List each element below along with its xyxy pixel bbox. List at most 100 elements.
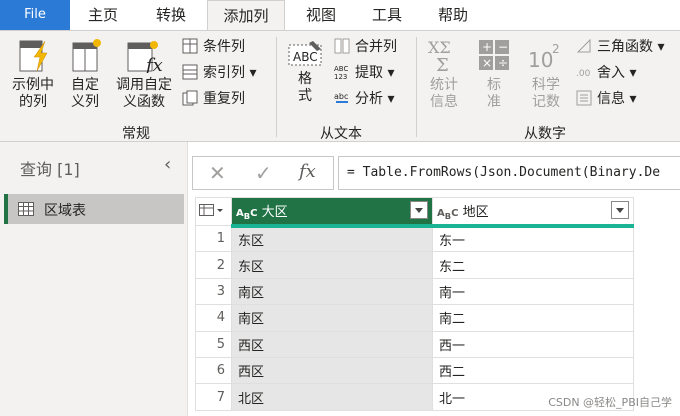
table-cell[interactable]: 东区 (231, 251, 433, 279)
column-from-examples-button[interactable]: 示例中 的列 (6, 37, 60, 111)
table-row: 5 西区 西一 (195, 330, 634, 358)
column-from-examples-label: 示例中 的列 (12, 77, 54, 110)
query-item[interactable]: 区域表 (4, 194, 184, 224)
row-number: 5 (195, 330, 232, 358)
custom-column-label: 自定 义列 (71, 77, 99, 110)
format-label: 格 式 (298, 71, 312, 104)
merge-columns-label: 合并列 (355, 39, 397, 55)
extract-icon: ABC123 (334, 65, 348, 80)
index-column-label: 索引列 (203, 65, 245, 81)
custom-column-icon (72, 39, 101, 72)
column-from-examples-icon (19, 40, 48, 72)
format-icon: ABC (288, 41, 322, 66)
information-button[interactable]: 信息 ▾ (576, 89, 636, 109)
rounding-label: 舍入 (597, 65, 625, 81)
formula-buttons: ✕ ✓ fx (192, 156, 334, 190)
table-cell[interactable]: 东一 (432, 224, 634, 253)
table-cell[interactable]: 西二 (432, 356, 634, 385)
ribbon-separator (416, 37, 417, 137)
svg-text:abc: abc (334, 92, 348, 101)
extract-button[interactable]: ABC 123 提取 ▾ (334, 63, 394, 83)
scientific-label: 科学 记数 (532, 77, 560, 110)
tab-file[interactable]: File (0, 0, 70, 30)
conditional-column-button[interactable]: 条件列 (182, 37, 245, 57)
table-cell[interactable]: 南区 (231, 277, 433, 306)
conditional-column-label: 条件列 (203, 39, 245, 55)
table-cell[interactable]: 西区 (231, 356, 433, 385)
table-cell[interactable]: 南一 (432, 277, 634, 306)
table-icon (18, 202, 34, 216)
column-header-region[interactable]: ABC 大区 (231, 197, 433, 228)
tab-add-column[interactable]: 添加列 (207, 0, 285, 31)
duplicate-column-button[interactable]: 重复列 (182, 89, 245, 109)
trigonometry-dropdown-icon: ▾ (657, 39, 665, 55)
index-column-icon (182, 64, 198, 80)
svg-text:÷: ÷ (498, 56, 508, 70)
group-number-label: 从数字 (524, 126, 566, 142)
tab-help[interactable]: 帮助 (428, 0, 478, 30)
standard-button[interactable]: + − × ÷ 标 准 (472, 37, 516, 111)
row-number: 3 (195, 277, 232, 306)
scientific-icon: 102 (528, 42, 560, 72)
merge-columns-button[interactable]: 合并列 (334, 37, 397, 57)
trigonometry-button[interactable]: 三角函数 ▾ (576, 37, 664, 57)
format-button[interactable]: ABC 格 式 (284, 37, 326, 105)
tab-home[interactable]: 主页 (78, 0, 128, 30)
row-number: 1 (195, 224, 232, 253)
ribbon-separator (276, 37, 277, 137)
rounding-button[interactable]: .00 舍入 ▾ (576, 63, 636, 83)
collapse-pane-icon[interactable]: ‹ (164, 154, 171, 175)
svg-text:Σ: Σ (436, 55, 449, 73)
information-dropdown-icon: ▾ (629, 91, 637, 107)
merge-columns-icon (334, 38, 350, 54)
formula-input[interactable]: = Table.FromRows(Json.Document(Binary.De (338, 156, 680, 190)
statistics-button[interactable]: XΣ Σ 统计 信息 (420, 37, 468, 111)
extract-dropdown-icon: ▾ (387, 65, 395, 81)
tab-view[interactable]: 视图 (296, 0, 346, 30)
index-column-button[interactable]: 索引列 ▾ (182, 63, 256, 83)
table-cell[interactable]: 西区 (231, 330, 433, 358)
table-row: 1 东区 东一 (195, 224, 634, 253)
information-label: 信息 (597, 91, 625, 107)
invoke-custom-function-label: 调用自定 义函数 (116, 77, 172, 110)
standard-label: 标 准 (487, 77, 501, 110)
ribbon-tabs: File 主页 转换 添加列 视图 工具 帮助 (0, 0, 680, 31)
table-menu-button[interactable] (195, 197, 232, 226)
row-number: 6 (195, 356, 232, 385)
svg-text:×: × (482, 56, 492, 70)
confirm-icon[interactable]: ✓ (255, 161, 272, 185)
group-general-label: 常规 (122, 126, 150, 142)
scientific-button[interactable]: 10 2 科学 记数 (520, 37, 572, 111)
tab-transform[interactable]: 转换 (146, 0, 196, 30)
table-row: 6 西区 西二 (195, 356, 634, 385)
invoke-function-icon: fx (127, 41, 163, 73)
table-cell[interactable]: 东二 (432, 251, 634, 279)
statistics-icon: XΣΣ (428, 38, 451, 73)
column-header-area[interactable]: ABC 地区 (432, 197, 634, 228)
information-icon (576, 90, 592, 106)
table-cell[interactable]: 东区 (231, 224, 433, 253)
row-number: 2 (195, 251, 232, 279)
custom-column-button[interactable]: 自定 义列 (64, 37, 106, 111)
parse-button[interactable]: abc 分析 ▾ (334, 89, 394, 109)
invoke-custom-function-button[interactable]: fx 调用自定 义函数 (110, 37, 178, 111)
duplicate-column-icon (182, 90, 198, 106)
table-cell[interactable]: 南二 (432, 304, 634, 332)
column-header-label: 大区 (261, 204, 288, 220)
column-filter-button[interactable] (611, 200, 629, 219)
parse-dropdown-icon: ▾ (387, 91, 395, 107)
fx-icon[interactable]: fx (299, 161, 316, 182)
svg-text:ABC: ABC (334, 65, 348, 73)
table-cell[interactable]: 西一 (432, 330, 634, 358)
tab-tools[interactable]: 工具 (362, 0, 412, 30)
table-row: 3 南区 南一 (195, 277, 634, 306)
column-filter-button[interactable] (410, 200, 428, 219)
trigonometry-label: 三角函数 (597, 39, 653, 55)
parse-label: 分析 (355, 91, 383, 107)
table-cell[interactable]: 南区 (231, 304, 433, 332)
table-cell[interactable]: 北区 (231, 383, 433, 411)
cancel-icon[interactable]: ✕ (209, 161, 226, 185)
queries-header: 查询 [1] (20, 160, 80, 179)
ribbon: 示例中 的列 自定 义列 fx 调用自定 义函数 条件列 索引列 ▾ 重复列 常… (0, 30, 680, 142)
svg-text:ABC: ABC (293, 50, 318, 64)
